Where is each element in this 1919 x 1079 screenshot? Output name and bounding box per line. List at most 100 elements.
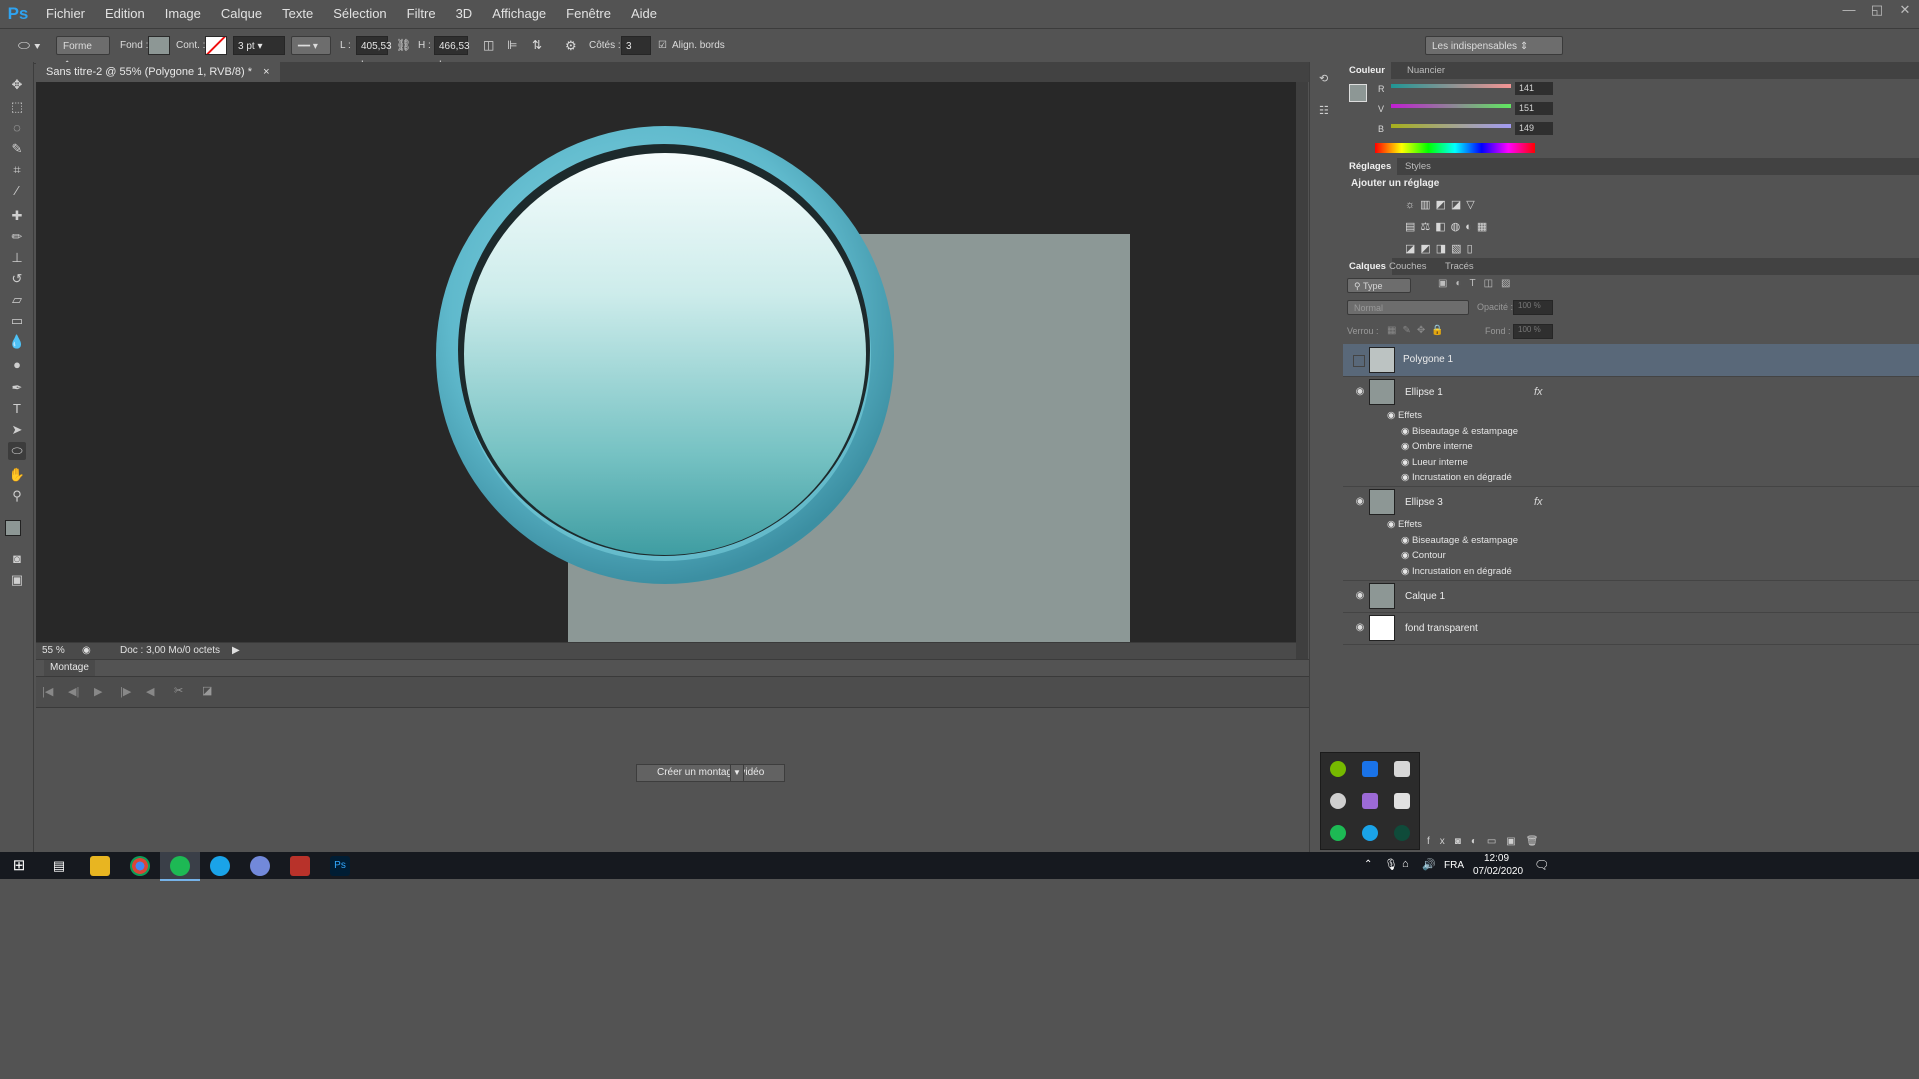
opacity-field[interactable]: 100 % (1513, 300, 1553, 315)
screen-mode-icon[interactable]: ▣ (8, 571, 26, 589)
channel-v-slider[interactable] (1391, 104, 1511, 108)
transition-icon[interactable]: ◪ (202, 684, 212, 697)
effects-header[interactable]: ◉ Effets (1387, 519, 1422, 530)
channel-v-value[interactable]: 151 (1515, 102, 1553, 115)
layer-name[interactable]: Calque 1 (1405, 591, 1445, 602)
task-view-icon[interactable]: ▤ (49, 856, 69, 876)
layer-row-calque-1[interactable]: ◉ Calque 1 (1343, 580, 1919, 613)
effect-item[interactable]: ◉ Biseautage & estampage (1401, 535, 1518, 546)
first-frame-icon[interactable]: |◀ (42, 685, 53, 698)
fx-icon[interactable]: fx (1534, 386, 1543, 398)
photoshop-taskbar-icon[interactable]: Ps (330, 856, 350, 876)
quick-select-tool-icon[interactable]: ✎ (8, 140, 26, 158)
language-indicator[interactable]: FRA (1444, 860, 1464, 871)
ellipse-tool-preset-icon[interactable]: ⬭ ▾ (18, 36, 41, 55)
channel-b-value[interactable]: 149 (1515, 122, 1553, 135)
move-tool-icon[interactable]: ✥ (8, 76, 26, 94)
effects-header[interactable]: ◉ Effets (1387, 410, 1422, 421)
stroke-size-field[interactable]: 3 pt ▾ (233, 36, 285, 55)
restore-button[interactable]: ◱ (1863, 0, 1891, 22)
foreground-color-swatch[interactable] (5, 520, 21, 536)
height-field[interactable]: 466,53 | (434, 36, 470, 71)
workspace-dropdown[interactable]: Les indispensables ⇕ (1425, 36, 1563, 55)
crop-tool-icon[interactable]: ⌗ (8, 161, 26, 179)
canvas-area[interactable] (36, 82, 1296, 796)
stroke-swatch[interactable] (205, 36, 227, 55)
button-artwork[interactable] (434, 124, 896, 586)
channel-r-value[interactable]: 141 (1515, 82, 1553, 95)
path-arrange-icon[interactable]: ⇅ (532, 36, 542, 55)
quick-mask-icon[interactable]: ◙ (8, 550, 26, 568)
next-frame-icon[interactable]: |▶ (120, 685, 131, 698)
clock-date[interactable]: 07/02/2020 (1473, 866, 1523, 877)
path-align-icon[interactable]: ⊫ (507, 36, 517, 55)
status-arrow-icon[interactable]: ▶ (232, 645, 240, 656)
microphone-icon[interactable]: 🎙 (1384, 858, 1398, 871)
shape-mode-dropdown[interactable]: Forme ⇕ (56, 36, 110, 71)
steam-icon[interactable] (1394, 825, 1410, 841)
layer-name[interactable]: fond transparent (1405, 623, 1478, 634)
color-foreground-swatch[interactable] (1349, 84, 1367, 102)
path-ops-icon[interactable]: ◫ (483, 36, 494, 55)
mouse-icon[interactable] (1330, 793, 1346, 809)
vk-icon[interactable] (210, 856, 230, 876)
ellipse-tool-icon[interactable]: ⬭ (8, 442, 26, 460)
dodge-tool-icon[interactable]: ● (8, 356, 26, 374)
prev-frame-icon[interactable]: ◀| (68, 685, 79, 698)
visibility-eye-icon[interactable]: ◉ (1355, 387, 1365, 397)
tab-reglages[interactable]: Réglages (1343, 158, 1398, 175)
zoom-level[interactable]: 55 % (42, 645, 65, 656)
security-shield-icon[interactable] (1394, 761, 1410, 777)
tab-traces[interactable]: Tracés (1439, 258, 1480, 275)
layer-row-polygone-1[interactable]: Polygone 1 (1343, 344, 1919, 377)
menu-image[interactable]: Image (155, 0, 211, 28)
properties-panel-icon[interactable]: ☷ (1319, 104, 1329, 117)
layer-row-ellipse-1[interactable]: ◉ Ellipse 1 fx ◉ Effets ◉ Biseautage & e… (1343, 376, 1919, 487)
brush-tool-icon[interactable]: ✏ (8, 228, 26, 246)
winrar-icon[interactable] (290, 856, 310, 876)
create-video-timeline-button[interactable]: Créer un montage vidéo (636, 764, 786, 782)
width-field[interactable]: 405,53 | (356, 36, 392, 71)
menu-affichage[interactable]: Affichage (482, 0, 556, 28)
tab-couleur[interactable]: Couleur (1343, 62, 1391, 79)
channel-b-slider[interactable] (1391, 124, 1511, 128)
type-tool-icon[interactable]: T (8, 400, 26, 418)
status-menu-icon[interactable]: ◉ (82, 645, 91, 656)
stroke-type-dropdown[interactable]: ━━ ▾ (291, 36, 331, 55)
menu-selection[interactable]: Sélection (323, 0, 396, 28)
notification-icon[interactable]: 🗨 (1534, 858, 1549, 872)
minimize-button[interactable]: — (1835, 0, 1863, 22)
layer-filter-icons[interactable]: ▣◐T◫▨ (1438, 278, 1519, 289)
menu-3d[interactable]: 3D (446, 0, 483, 28)
timeline-tab[interactable]: Montage (44, 660, 95, 676)
zoom-tool-icon[interactable]: ⚲ (8, 487, 26, 505)
lasso-tool-icon[interactable]: ◌ (8, 119, 26, 137)
layer-name[interactable]: Ellipse 1 (1405, 387, 1443, 398)
scissors-icon[interactable]: ✂ (174, 684, 183, 697)
effect-item[interactable]: ◉ Ombre interne (1401, 441, 1473, 452)
effect-item[interactable]: ◉ Incrustation en dégradé (1401, 566, 1512, 577)
menu-edition[interactable]: Edition (95, 0, 155, 28)
menu-fichier[interactable]: Fichier (36, 0, 95, 28)
layer-name[interactable]: Ellipse 3 (1405, 497, 1443, 508)
clock-time[interactable]: 12:09 (1484, 853, 1509, 864)
document-tab[interactable]: Sans titre-2 @ 55% (Polygone 1, RVB/8) *… (36, 62, 280, 82)
nvidia-icon[interactable] (1330, 761, 1346, 777)
sides-field[interactable]: 3 (621, 36, 651, 55)
messenger-icon[interactable] (1362, 825, 1378, 841)
tab-styles[interactable]: Styles (1399, 158, 1437, 175)
fx-icon[interactable]: fx (1534, 496, 1543, 508)
pen-tool-icon[interactable]: ✒ (8, 379, 26, 397)
align-edges-checkbox[interactable]: ☑ (658, 36, 667, 55)
lock-icons[interactable]: ▦✎✥🔒 (1387, 325, 1450, 336)
visibility-eye-icon[interactable]: ◉ (1355, 591, 1365, 601)
sync-icon[interactable] (1362, 761, 1378, 777)
hand-tool-icon[interactable]: ✋ (8, 466, 26, 484)
visibility-empty-toggle[interactable] (1353, 355, 1365, 367)
close-button[interactable]: ✕ (1891, 0, 1919, 22)
spotify-icon[interactable] (170, 856, 190, 876)
link-icon[interactable]: ⛓ (396, 36, 411, 55)
menu-fenetre[interactable]: Fenêtre (556, 0, 621, 28)
menu-texte[interactable]: Texte (272, 0, 323, 28)
path-select-tool-icon[interactable]: ➤ (8, 421, 26, 439)
